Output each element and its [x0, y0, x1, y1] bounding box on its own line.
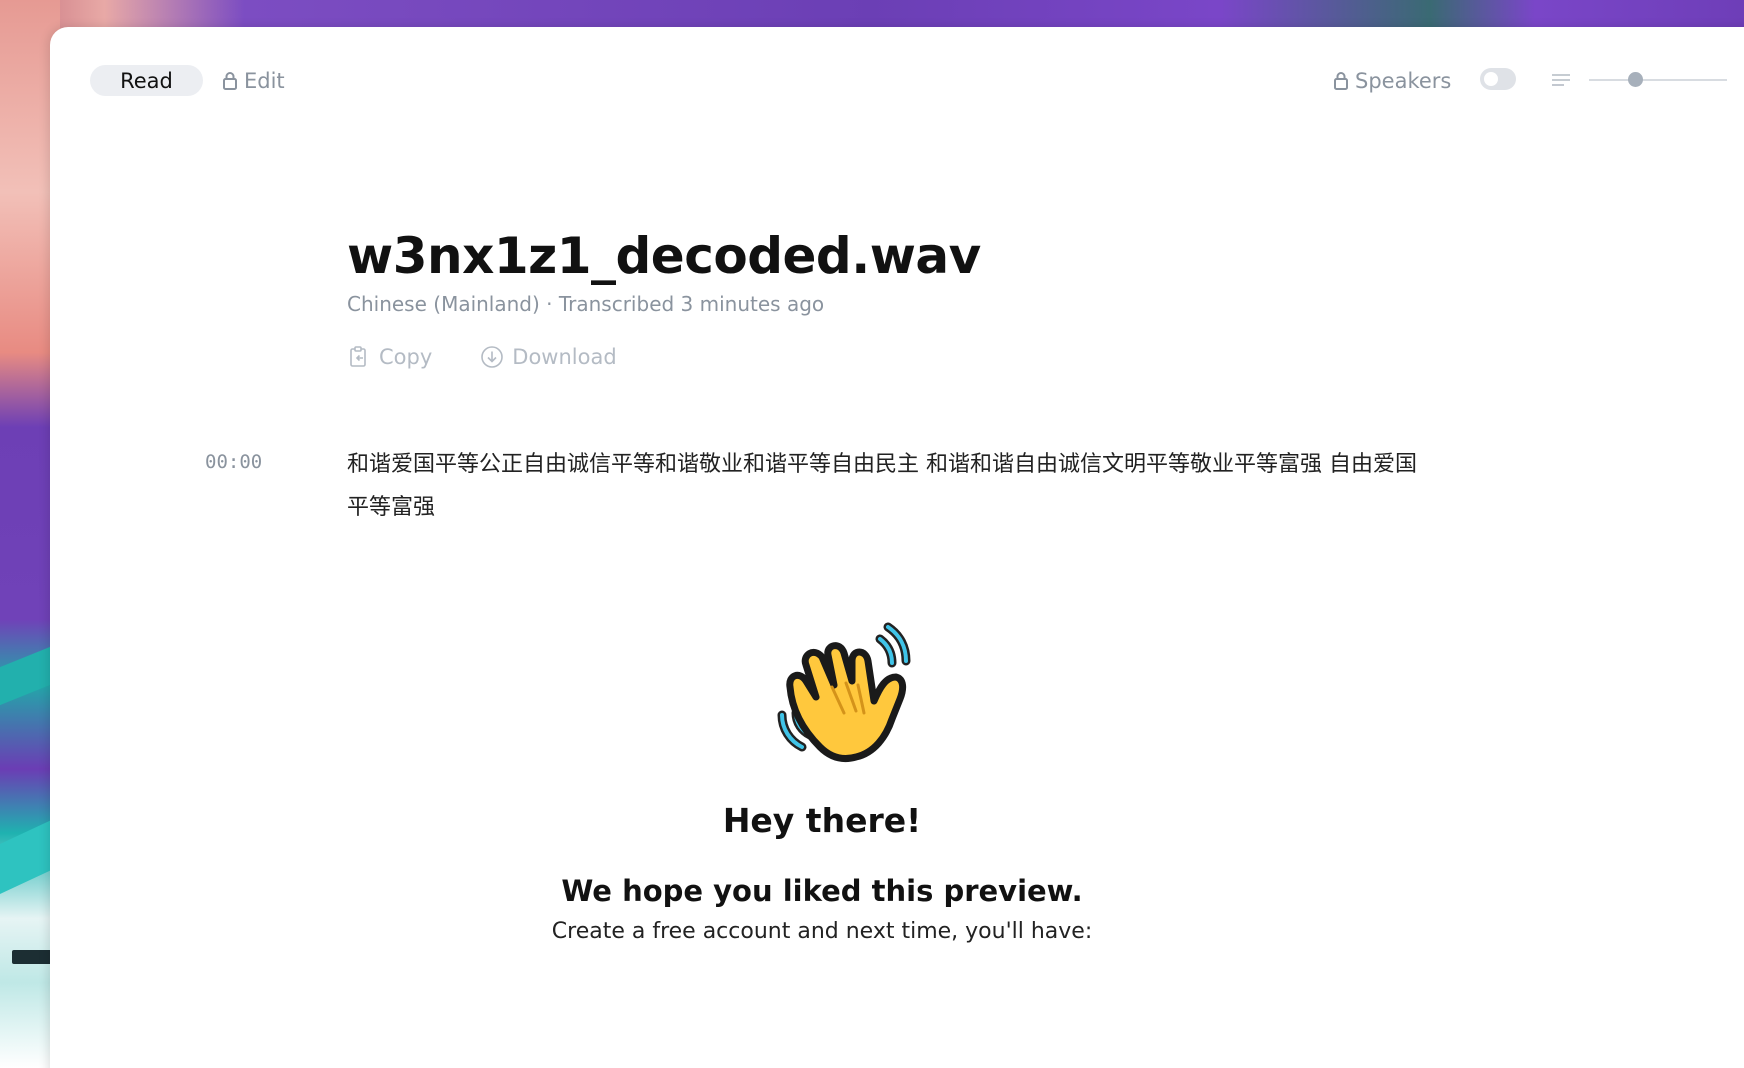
lock-icon: [223, 71, 237, 90]
compact-lines-icon[interactable]: [1551, 71, 1571, 89]
toolbar: Read Edit Speakers: [90, 65, 1744, 101]
clipboard-icon: [350, 346, 366, 367]
promo-greeting: Hey there!: [722, 801, 922, 840]
file-meta: Chinese (Mainland) · Transcribed 3 minut…: [347, 292, 825, 316]
transcript-segment-text: 和谐爱国平等公正自由诚信平等和谐敬业和谐平等自由民主 和谐和谐自由诚信文明平等敬…: [347, 452, 1417, 520]
speakers-setting: Speakers: [1333, 65, 1451, 96]
file-title: w3nx1z1_decoded.wav: [347, 227, 981, 285]
waving-hand-icon: [777, 622, 911, 763]
slider-track: [1589, 79, 1727, 81]
read-mode-button[interactable]: Read: [90, 65, 203, 96]
toggle-knob: [1484, 72, 1498, 86]
speakers-label: Speakers: [1355, 68, 1452, 93]
speakers-toggle[interactable]: [1480, 68, 1516, 90]
text-density-slider[interactable]: [1589, 70, 1727, 90]
slider-thumb[interactable]: [1628, 72, 1643, 87]
download-button[interactable]: Download: [480, 345, 617, 369]
background-bar: [12, 950, 52, 964]
download-label: Download: [512, 345, 617, 369]
promo-subtitle: Create a free account and next time, you…: [551, 919, 1093, 944]
copy-button[interactable]: Copy: [347, 345, 432, 369]
edit-mode-label: Edit: [244, 68, 285, 93]
edit-mode-button[interactable]: Edit: [222, 65, 285, 96]
copy-label: Copy: [379, 345, 433, 369]
file-actions: Copy Download: [347, 345, 617, 369]
segment-timestamp[interactable]: 00:00: [205, 451, 262, 473]
download-icon: [481, 346, 504, 368]
lock-icon: [1334, 71, 1348, 90]
promo-title: We hope you liked this preview.: [561, 874, 1083, 908]
transcript-card: Read Edit Speakers w3nx1z1_decoded.wav C…: [50, 27, 1744, 1068]
